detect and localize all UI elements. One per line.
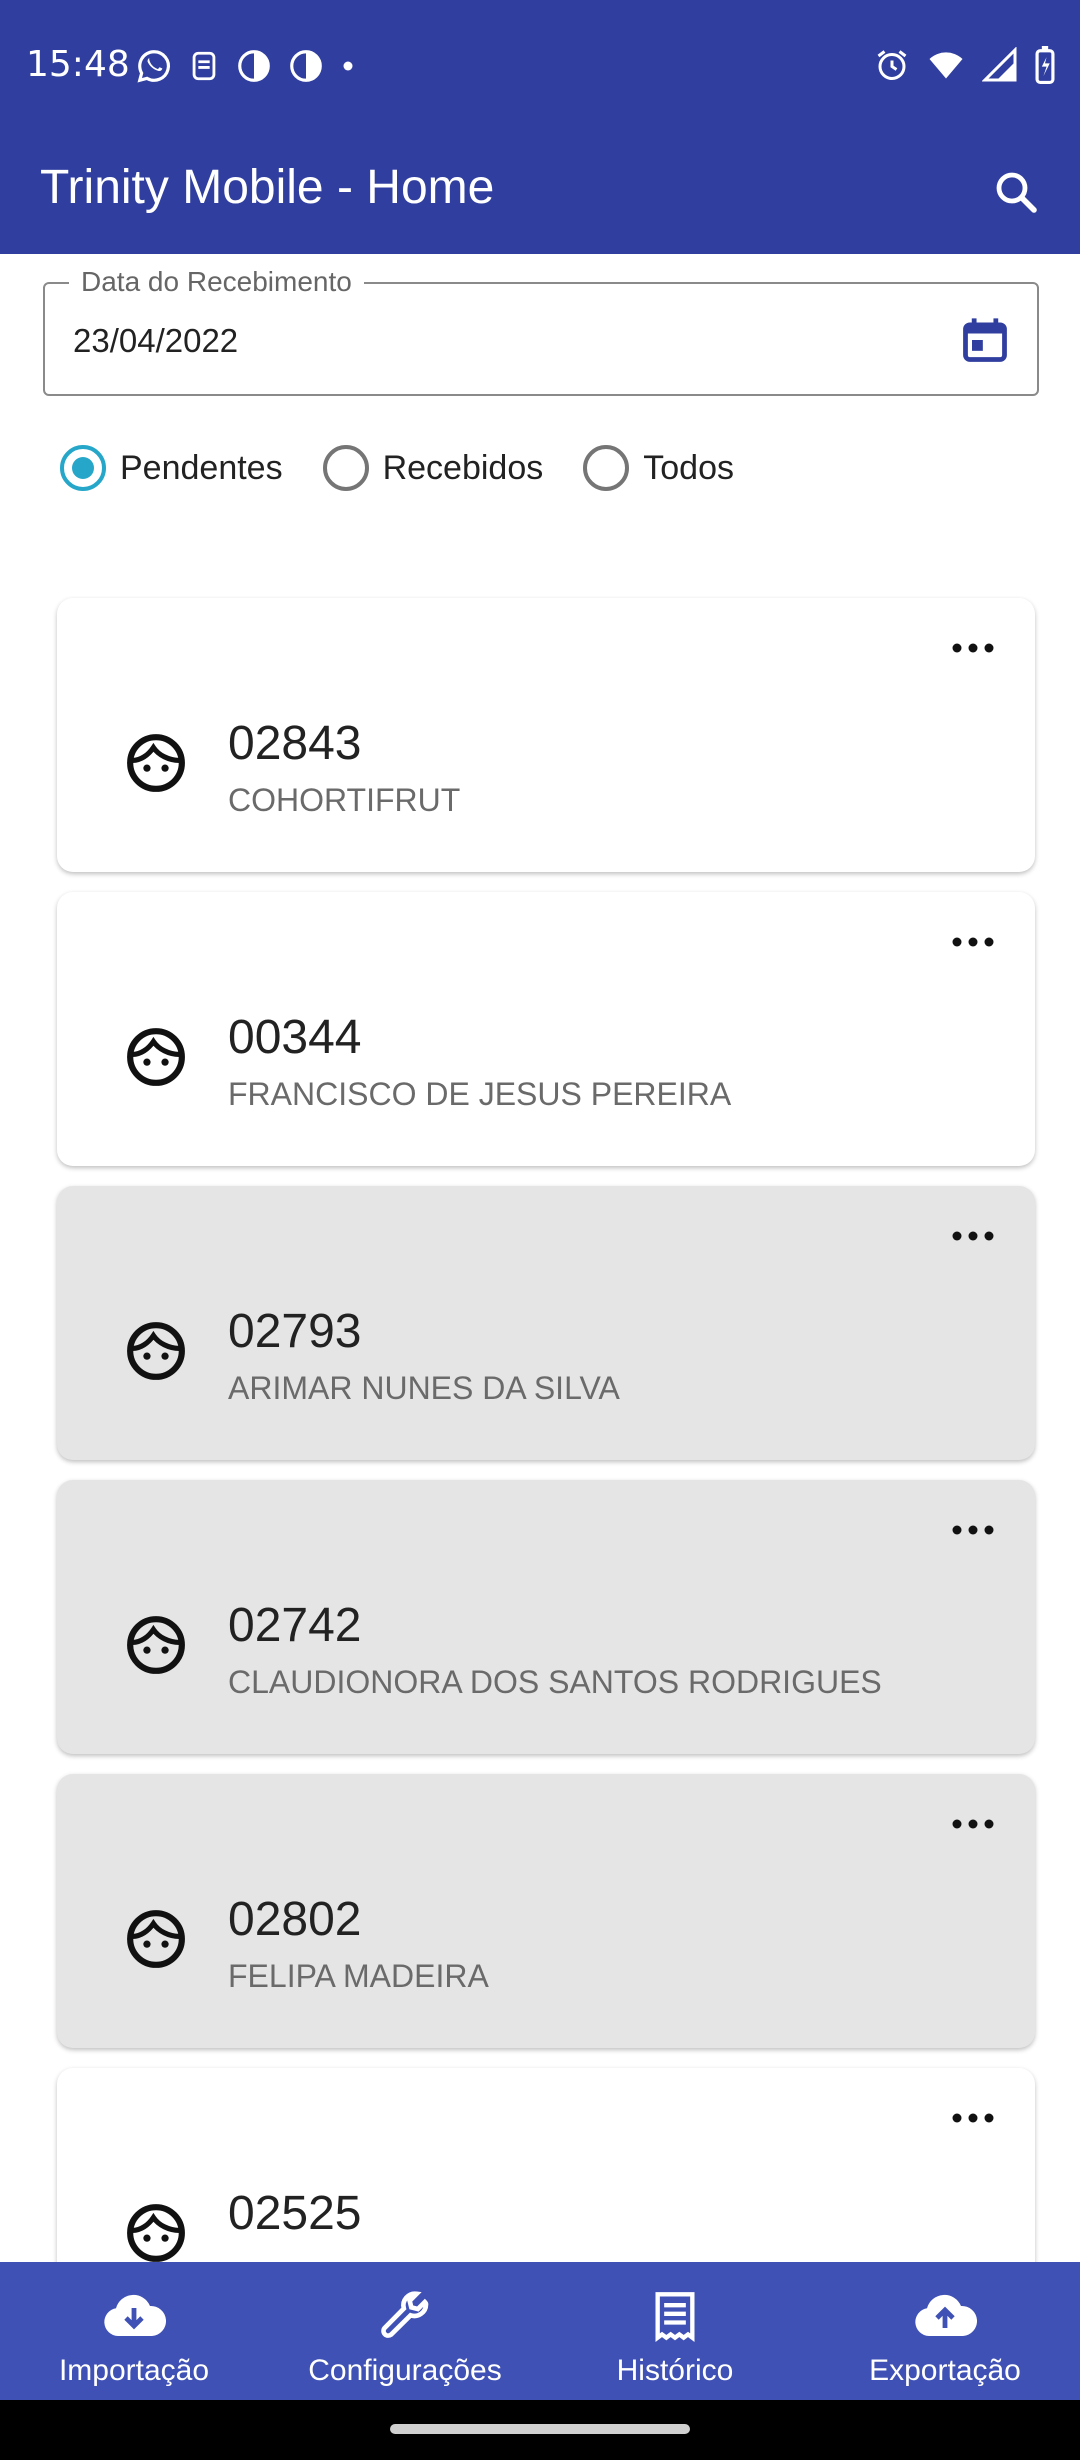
gesture-bar [0, 2400, 1080, 2460]
more-options-button[interactable] [943, 1510, 1003, 1550]
face-icon [127, 1028, 185, 1086]
signal-icon [982, 47, 1017, 82]
more-horizontal-icon [952, 1231, 994, 1241]
nav-label: Importação [58, 2354, 210, 2387]
filter-radio-group: Pendentes Recebidos Todos [60, 445, 774, 491]
more-options-button[interactable] [943, 2098, 1003, 2138]
radio-label: Pendentes [120, 448, 283, 487]
notification-icon [192, 51, 216, 81]
calendar-button[interactable] [953, 308, 1017, 372]
half-moon-icon [238, 50, 270, 82]
status-time: 15:48 [26, 44, 130, 85]
date-field-label: Data do Recebimento [69, 266, 364, 298]
face-icon [127, 1910, 185, 1968]
list-item[interactable]: 02525 [57, 2068, 1035, 2262]
face-icon [127, 734, 185, 792]
page-title: Trinity Mobile - Home [40, 161, 495, 214]
battery-charging-icon [1035, 46, 1055, 84]
more-options-button[interactable] [943, 1804, 1003, 1844]
item-name: COHORTIFRUT [228, 782, 461, 818]
more-options-button[interactable] [943, 1216, 1003, 1256]
item-name: ARIMAR NUNES DA SILVA [228, 1370, 620, 1406]
date-field[interactable]: Data do Recebimento 23/04/2022 [43, 266, 1039, 396]
list-item[interactable]: 00344 FRANCISCO DE JESUS PEREIRA [57, 892, 1035, 1166]
upload-cloud-icon [915, 2294, 977, 2336]
status-bar: 15:48 [0, 0, 1080, 134]
whatsapp-icon [137, 50, 170, 83]
receipt-icon [655, 2292, 695, 2342]
more-options-button[interactable] [943, 628, 1003, 668]
search-icon [996, 172, 1037, 213]
radio-button-checked[interactable] [60, 445, 106, 491]
item-code: 02802 [228, 1893, 362, 1946]
wrench-icon [381, 2291, 429, 2338]
item-code: 00344 [228, 1011, 362, 1064]
radio-button[interactable] [322, 445, 369, 491]
app-bar: Trinity Mobile - Home [0, 134, 1080, 254]
radio-label: Recebidos [382, 448, 544, 487]
item-code: 02793 [228, 1305, 362, 1358]
wifi-icon [929, 52, 963, 79]
list-item[interactable]: 02793 ARIMAR NUNES DA SILVA [57, 1186, 1035, 1460]
search-button[interactable] [978, 154, 1054, 230]
home-gesture-handle[interactable] [390, 2424, 690, 2434]
item-name: FELIPA MADEIRA [228, 1958, 489, 1994]
nav-item-importacao[interactable]: Importação [34, 2262, 234, 2400]
nav-label: Histórico [616, 2354, 734, 2387]
half-moon-icon [290, 50, 322, 82]
receipt-list[interactable]: 02843 COHORTIFRUT 00344 FRANCISCO DE JES… [0, 596, 1080, 2262]
date-field-value[interactable]: 23/04/2022 [73, 322, 238, 360]
list-item[interactable]: 02843 COHORTIFRUT [57, 598, 1035, 872]
status-notification-icons [135, 44, 357, 88]
item-code: 02742 [228, 1599, 362, 1652]
radio-pendentes[interactable]: Pendentes [60, 445, 283, 491]
more-options-button[interactable] [943, 922, 1003, 962]
nav-label: Exportação [869, 2354, 1021, 2387]
more-horizontal-icon [952, 1819, 994, 1829]
item-name: FRANCISCO DE JESUS PEREIRA [228, 1076, 732, 1112]
item-code: 02843 [228, 717, 362, 770]
nav-label: Configurações [308, 2354, 502, 2387]
item-code: 02525 [228, 2187, 362, 2240]
more-horizontal-icon [952, 2113, 994, 2123]
list-item[interactable]: 02742 CLAUDIONORA DOS SANTOS RODRIGUES [57, 1480, 1035, 1754]
nav-item-historico[interactable]: Histórico [575, 2262, 775, 2400]
radio-label: Todos [643, 448, 734, 487]
item-name: CLAUDIONORA DOS SANTOS RODRIGUES [228, 1664, 882, 1700]
list-item[interactable]: 02802 FELIPA MADEIRA [57, 1774, 1035, 2048]
calendar-icon [963, 318, 1007, 362]
alarm-icon [877, 50, 907, 80]
bottom-navigation: Importação Configurações Histórico Expor… [0, 2262, 1080, 2400]
face-icon [127, 2204, 185, 2262]
more-horizontal-icon [952, 1525, 994, 1535]
radio-recebidos[interactable]: Recebidos [322, 445, 544, 491]
download-cloud-icon [104, 2294, 166, 2336]
face-icon [127, 1322, 185, 1380]
radio-button[interactable] [583, 445, 630, 491]
more-horizontal-icon [952, 937, 994, 947]
status-system-icons [874, 46, 1056, 84]
nav-item-exportacao[interactable]: Exportação [845, 2262, 1045, 2400]
nav-item-configuracoes[interactable]: Configurações [295, 2262, 515, 2400]
face-icon [127, 1616, 185, 1674]
radio-todos[interactable]: Todos [583, 445, 734, 491]
dot-icon [343, 61, 353, 71]
more-horizontal-icon [952, 643, 994, 653]
